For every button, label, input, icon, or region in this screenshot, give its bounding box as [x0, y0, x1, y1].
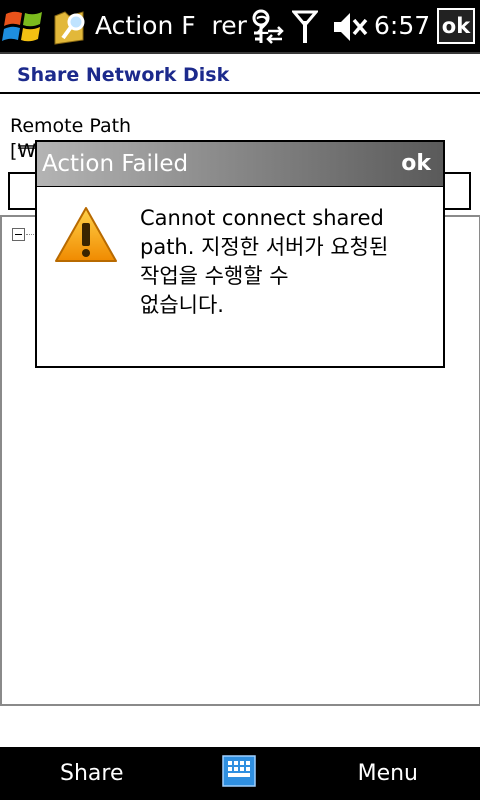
folder-search-icon: [54, 11, 85, 45]
message-line: Cannot connect shared: [140, 206, 384, 230]
menu-softkey[interactable]: Menu: [358, 759, 418, 789]
tree-collapse-icon[interactable]: [12, 228, 25, 241]
status-ok-button[interactable]: ok: [437, 8, 475, 44]
signal-icon[interactable]: [292, 9, 318, 45]
dialog-titlebar: Action Failed ok: [37, 142, 443, 187]
warning-icon: [55, 207, 117, 262]
share-softkey[interactable]: Share: [60, 759, 124, 789]
dialog-title: Action Failed: [42, 151, 189, 177]
keyboard-icon[interactable]: [222, 755, 256, 787]
connectivity-icon[interactable]: [250, 9, 284, 45]
status-divider: [0, 52, 480, 54]
message-line: 없습니다.: [140, 293, 224, 317]
softkey-bar: Share Menu: [0, 747, 480, 800]
clock[interactable]: 6:57: [374, 9, 430, 43]
message-line: 작업을 수행할 수: [140, 264, 289, 288]
active-app-title: Action F rer 2: [95, 11, 271, 40]
dialog-message: Cannot connect shared path. 지정한 서버가 요청된 …: [140, 204, 430, 320]
remote-path-label: Remote Path: [10, 115, 132, 137]
status-bar: Action F rer 2 6:57 ok: [0, 0, 480, 52]
message-line: path. 지정한 서버가 요청된: [140, 235, 389, 259]
volume-muted-icon[interactable]: [332, 10, 368, 44]
dialog-ok-button[interactable]: ok: [401, 149, 431, 179]
windows-start-icon[interactable]: [2, 4, 48, 48]
title-divider: [0, 92, 480, 94]
action-failed-dialog: Action Failed ok Cannot connect shared p…: [35, 140, 445, 368]
page-title: Share Network Disk: [17, 64, 230, 86]
